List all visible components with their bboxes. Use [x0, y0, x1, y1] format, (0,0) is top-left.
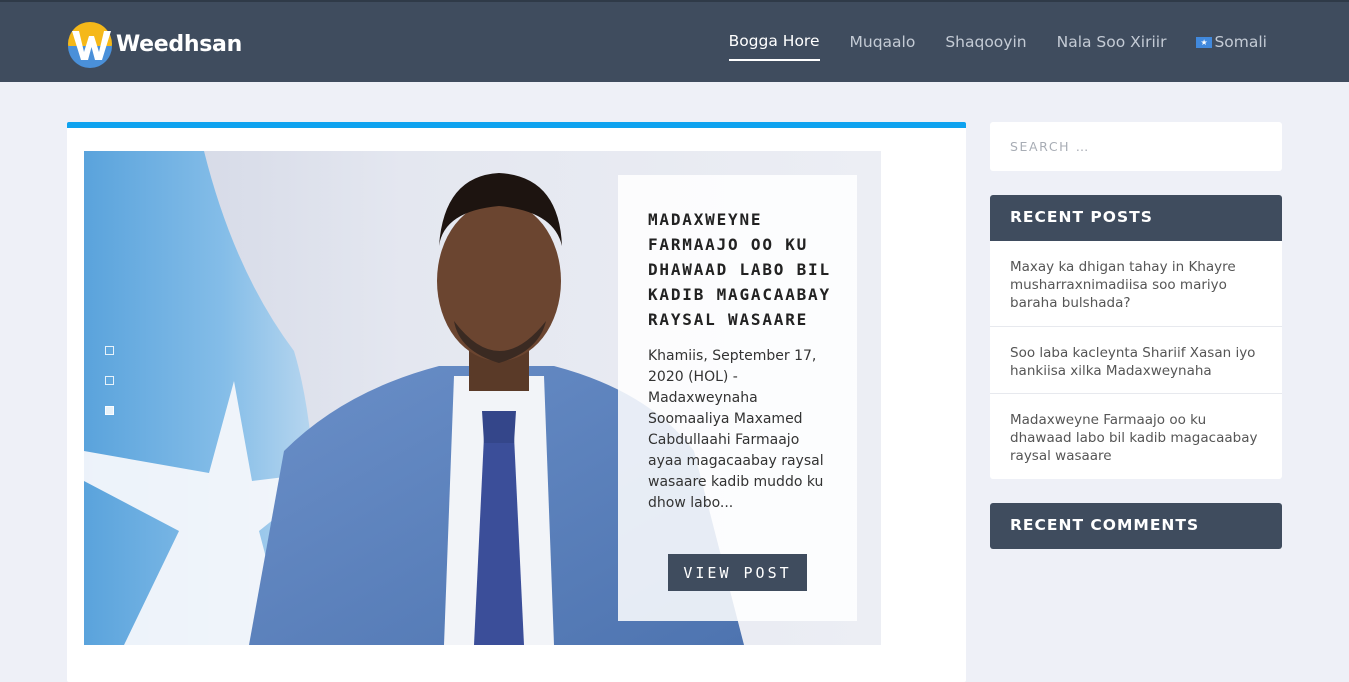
site-header: Weedhsan Bogga Hore Muqaalo Shaqooyin Na… [0, 0, 1349, 82]
search-input[interactable] [990, 122, 1282, 171]
slider-pagination [105, 346, 114, 436]
nav-item-language[interactable]: Somali [1196, 32, 1267, 61]
slide-title[interactable]: Madaxweyne Farmaajo oo ku dhawaad labo b… [648, 207, 837, 332]
featured-slider[interactable]: Madaxweyne Farmaajo oo ku dhawaad labo b… [84, 151, 881, 645]
recent-post-link[interactable]: Madaxweyne Farmaajo oo ku dhawaad labo b… [990, 394, 1282, 478]
recent-posts-widget: RECENT POSTS Maxay ka dhigan tahay in Kh… [990, 195, 1282, 479]
site-name: Weedhsan [116, 31, 242, 57]
slide-dot-2[interactable] [105, 376, 114, 385]
slide-caption: Madaxweyne Farmaajo oo ku dhawaad labo b… [618, 175, 857, 621]
slide-excerpt: Khamiis, September 17, 2020 (HOL) - Mada… [648, 348, 824, 511]
recent-post-link[interactable]: Soo laba kacleynta Shariif Xasan iyo han… [990, 327, 1282, 394]
site-logo[interactable]: Weedhsan [66, 20, 242, 68]
recent-post-link[interactable]: Maxay ka dhigan tahay in Khayre musharra… [990, 241, 1282, 327]
nav-item-shaqooyin[interactable]: Shaqooyin [945, 32, 1026, 61]
recent-posts-heading: RECENT POSTS [990, 195, 1282, 241]
recent-comments-widget: RECENT COMMENTS [990, 503, 1282, 549]
somalia-flag-icon [1196, 36, 1213, 48]
nav-item-muqaalo[interactable]: Muqaalo [850, 32, 916, 61]
main-nav: Bogga Hore Muqaalo Shaqooyin Nala Soo Xi… [699, 32, 1267, 61]
nav-item-bogga-hore[interactable]: Bogga Hore [728, 32, 820, 61]
slide-dot-3[interactable] [105, 406, 114, 415]
nav-item-nala-soo-xiriir[interactable]: Nala Soo Xiriir [1057, 32, 1167, 61]
slide-dot-1[interactable] [105, 346, 114, 355]
language-label: Somali [1214, 33, 1267, 51]
view-post-button[interactable]: VIEW POST [668, 554, 807, 591]
recent-comments-heading: RECENT COMMENTS [990, 503, 1282, 549]
weedhsan-logo-icon [68, 22, 112, 68]
search-widget [990, 122, 1282, 171]
featured-slider-card: Madaxweyne Farmaajo oo ku dhawaad labo b… [67, 122, 966, 682]
